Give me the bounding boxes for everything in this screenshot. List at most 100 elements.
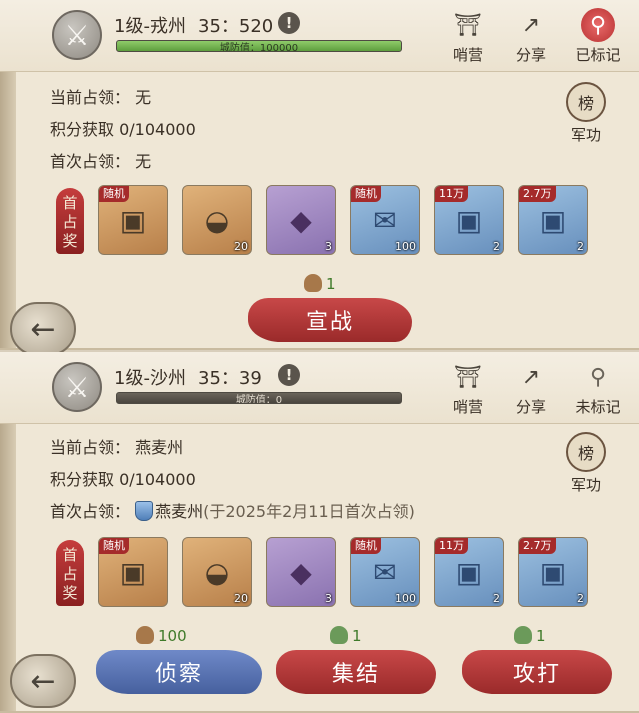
chest-icon: ▣	[119, 555, 147, 589]
outpost-button[interactable]: ⛩ 哨营	[436, 360, 500, 417]
reward-qty: 3	[325, 240, 332, 253]
unmarked-label: 未标记	[575, 398, 621, 416]
unmarked-button[interactable]: ⚲ 未标记	[566, 360, 630, 417]
info-icon[interactable]: !	[278, 12, 300, 34]
share-icon: ↗	[521, 364, 541, 390]
merit-button[interactable]: 榜 军功	[563, 82, 609, 145]
scout-button[interactable]: 侦察	[96, 650, 262, 694]
back-arrow-icon[interactable]: ←	[10, 654, 76, 708]
city-header: ⚔ 1级-戎州 35：520 ! 城防值：100000 ⛩ 哨营 ↗ 分享 ⚲ …	[0, 0, 639, 72]
first-occupier-label: 首次占领：	[50, 502, 131, 521]
reward-item[interactable]: ◆ 3	[266, 185, 336, 255]
points-value: 0/104000	[119, 470, 196, 489]
points-gain: 积分获取 0/104000	[50, 466, 196, 490]
back-arrow-icon[interactable]: ←	[10, 302, 76, 356]
reward-item[interactable]: ▣ 2.7万 2	[518, 185, 588, 255]
reward-item[interactable]: ▣ 随机	[98, 185, 168, 255]
reward-item[interactable]: ◒ 20	[182, 537, 252, 607]
gold-ingot-icon: ◒	[204, 203, 230, 237]
reward-item[interactable]: ✉ 随机 100	[350, 185, 420, 255]
marked-button[interactable]: ⚲ 已标记	[566, 8, 630, 65]
reward-item[interactable]: ✉ 随机 100	[350, 537, 420, 607]
reward-qty: 2	[577, 592, 584, 605]
reward-item[interactable]: ▣ 随机	[98, 537, 168, 607]
reward-tag-label: 随机	[351, 538, 381, 554]
reward-item[interactable]: ▣ 11万 2	[434, 537, 504, 607]
first-occupier-value[interactable]: 燕麦州	[155, 502, 203, 521]
first-occupation-reward-tag: 首占奖	[56, 188, 84, 254]
declare-war-button[interactable]: 宣战	[248, 298, 412, 342]
outpost-icon: ⛩	[454, 12, 482, 38]
blue-chest-icon: ▣	[455, 555, 483, 589]
city-coordinates[interactable]: 35：520	[198, 12, 274, 41]
first-occupier: 首次占领： 燕麦州(于2025年2月11日首次占领)	[50, 498, 415, 522]
outpost-icon: ⛩	[454, 364, 482, 390]
blue-chest-icon: ▣	[539, 555, 567, 589]
info-icon[interactable]: !	[278, 364, 300, 386]
merit-button[interactable]: 榜 军功	[563, 432, 609, 495]
reward-tag-label: 2.7万	[519, 186, 556, 202]
cost-value: 100	[158, 627, 187, 645]
first-occupation-date: (于2025年2月11日首次占领)	[203, 502, 415, 521]
blue-chest-icon: ▣	[455, 203, 483, 237]
points-gain: 积分获取 0/104000	[50, 116, 196, 140]
cost-value: 1	[352, 627, 362, 645]
city-header: ⚔ 1级-沙州 35：39 ! 城防值：0 ⛩ 哨营 ↗ 分享 ⚲ 未标记	[0, 352, 639, 424]
first-occupier-label: 首次占领：	[50, 152, 131, 171]
city-name: 1级-沙州	[114, 368, 186, 389]
reward-qty: 100	[395, 240, 416, 253]
city-coordinates[interactable]: 35：39	[198, 364, 262, 393]
ore-icon: ◆	[290, 203, 312, 237]
attack-cost: 1	[514, 626, 546, 645]
crossed-swords-icon: ⚔	[52, 10, 102, 60]
gold-ingot-icon: ◒	[204, 555, 230, 589]
reward-qty: 2	[493, 240, 500, 253]
share-label: 分享	[515, 398, 546, 416]
first-occupation-reward-tag: 首占奖	[56, 540, 84, 606]
reward-item[interactable]: ▣ 11万 2	[434, 185, 504, 255]
points-value: 0/104000	[119, 120, 196, 139]
city-panel-shazhou: ⚔ 1级-沙州 35：39 ! 城防值：0 ⛩ 哨营 ↗ 分享 ⚲ 未标记 当前…	[0, 352, 639, 713]
marker-icon: ⚲	[589, 364, 607, 390]
reward-qty: 20	[234, 240, 248, 253]
wall-defense-label: 城防值：100000	[219, 42, 299, 52]
attack-button[interactable]: 攻打	[462, 650, 612, 694]
reward-qty: 3	[325, 592, 332, 605]
reward-row: ▣ 随机 ◒ 20 ◆ 3 ✉ 随机 100 ▣ 11万 2 ▣ 2.7万 2	[98, 537, 588, 607]
first-occupier: 首次占领： 无	[50, 148, 151, 172]
share-button[interactable]: ↗ 分享	[499, 360, 563, 417]
token-bag-icon	[330, 626, 348, 644]
occupier-label: 当前占领：	[50, 88, 131, 107]
rally-button[interactable]: 集结	[276, 650, 436, 694]
merit-scroll-icon: 榜	[566, 432, 606, 472]
points-label: 积分获取	[50, 470, 115, 489]
scroll-icon: ✉	[373, 203, 397, 237]
share-button[interactable]: ↗ 分享	[499, 8, 563, 65]
crossed-swords-icon: ⚔	[52, 362, 102, 412]
current-occupier: 当前占领： 无	[50, 84, 151, 108]
marked-label: 已标记	[575, 46, 621, 64]
wall-defense-bar: 城防值：100000	[116, 40, 402, 52]
ore-icon: ◆	[290, 555, 312, 589]
token-bag-icon	[304, 274, 322, 292]
token-bag-icon	[514, 626, 532, 644]
merit-label: 军功	[570, 126, 601, 144]
reward-item[interactable]: ◒ 20	[182, 185, 252, 255]
reward-item[interactable]: ▣ 2.7万 2	[518, 537, 588, 607]
city-panel-rongzhou: ⚔ 1级-戎州 35：520 ! 城防值：100000 ⛩ 哨营 ↗ 分享 ⚲ …	[0, 0, 639, 356]
first-occupier-value: 无	[135, 152, 152, 171]
reward-tag-label: 2.7万	[519, 538, 556, 554]
merit-label: 军功	[570, 476, 601, 494]
outpost-button[interactable]: ⛩ 哨营	[436, 8, 500, 65]
reward-tag-label: 随机	[99, 538, 129, 554]
reward-tag-label: 11万	[435, 538, 468, 554]
share-icon: ↗	[521, 12, 541, 38]
grain-sack-icon	[136, 626, 154, 644]
reward-row: ▣ 随机 ◒ 20 ◆ 3 ✉ 随机 100 ▣ 11万 2 ▣ 2.7万 2	[98, 185, 588, 255]
reward-item[interactable]: ◆ 3	[266, 537, 336, 607]
occupier-label: 当前占领：	[50, 438, 131, 457]
scout-cost: 100	[136, 626, 187, 645]
reward-tag-label: 随机	[99, 186, 129, 202]
occupier-value[interactable]: 燕麦州	[135, 438, 183, 457]
merit-scroll-icon: 榜	[566, 82, 606, 122]
